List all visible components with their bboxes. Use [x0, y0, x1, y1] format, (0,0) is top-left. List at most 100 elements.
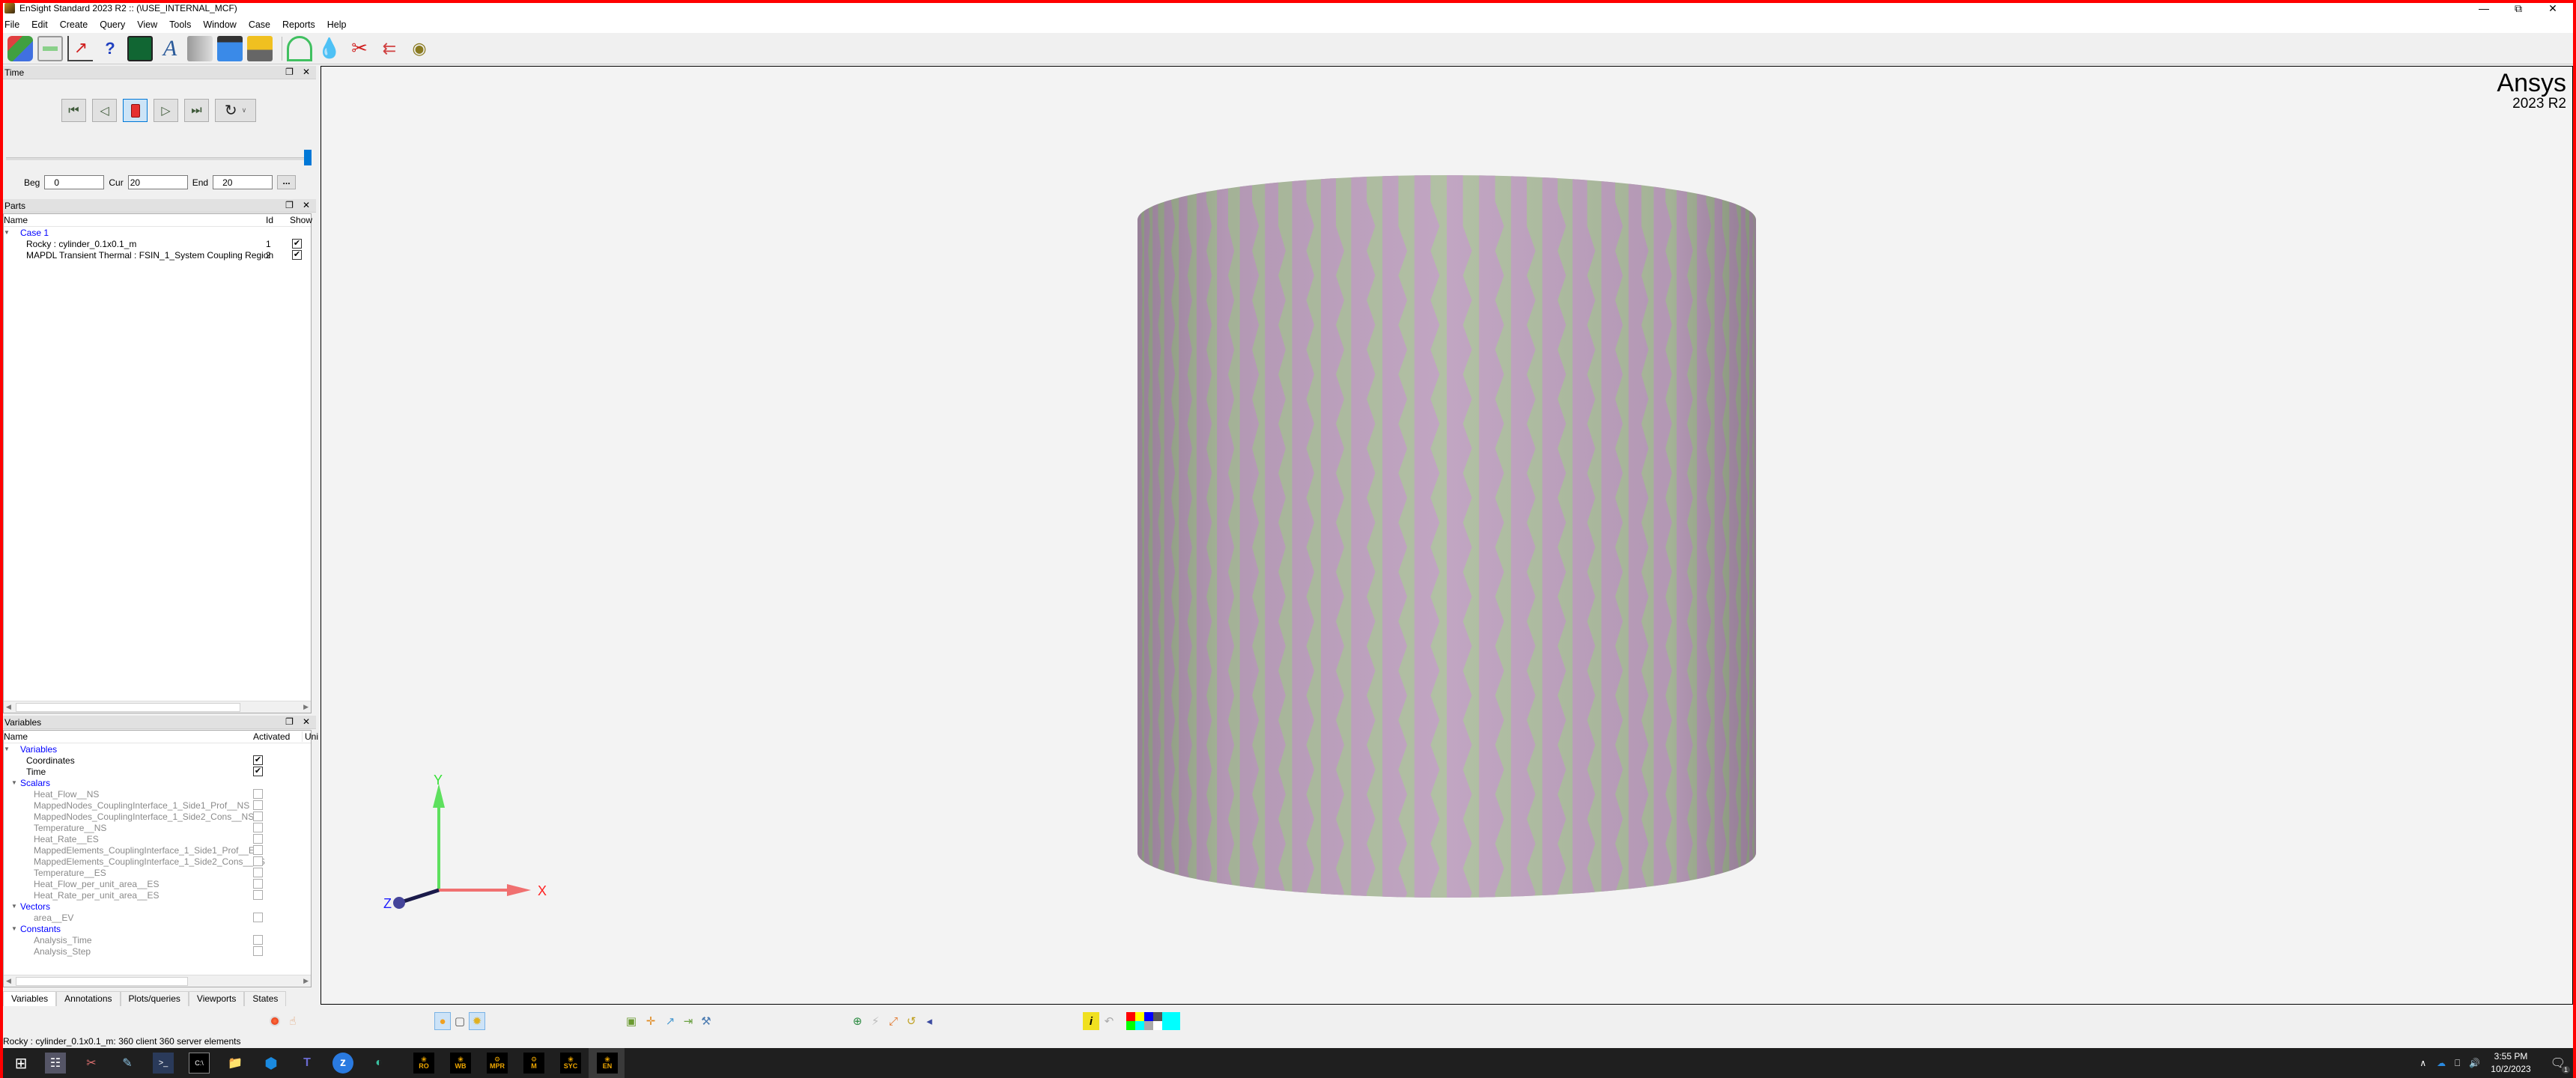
scale-icon[interactable]: ⤢: [885, 1012, 902, 1030]
palette-swatch[interactable]: [1135, 1012, 1144, 1021]
undo-icon[interactable]: ↶: [1101, 1012, 1117, 1030]
variable-row[interactable]: Time ✔: [4, 766, 311, 777]
palette-swatch[interactable]: [1135, 1021, 1144, 1030]
scroll-right-icon[interactable]: ▶: [303, 977, 309, 985]
tab-variables[interactable]: Variables: [3, 991, 57, 1006]
variable-group-row[interactable]: ▼ Vectors: [4, 901, 311, 912]
variable-activated-checkbox[interactable]: [253, 823, 263, 832]
variable-row[interactable]: MappedNodes_CouplingInterface_1_Side1_Pr…: [4, 800, 311, 811]
palette-swatch[interactable]: [1162, 1012, 1180, 1030]
expand-caret-icon[interactable]: ▼: [11, 925, 20, 932]
onedrive-icon[interactable]: ☁: [2437, 1058, 2446, 1068]
powershell-icon[interactable]: >_: [153, 1053, 174, 1074]
variable-activated-checkbox[interactable]: [253, 800, 263, 810]
tab-states[interactable]: States: [244, 991, 287, 1006]
scrollbar-thumb[interactable]: [16, 703, 240, 712]
variable-row[interactable]: MappedElements_CouplingInterface_1_Side1…: [4, 844, 311, 856]
column-name[interactable]: Name: [4, 731, 28, 742]
variable-row[interactable]: Coordinates ✔: [4, 755, 311, 766]
vector-arrows-icon[interactable]: ⇇: [377, 36, 402, 61]
end-input[interactable]: [213, 175, 273, 189]
expand-caret-icon[interactable]: ▼: [11, 903, 20, 910]
rotate-view-icon[interactable]: ⊕: [849, 1012, 866, 1030]
palette-swatch[interactable]: [1126, 1012, 1135, 1021]
cmd-icon[interactable]: C:\: [189, 1053, 210, 1074]
cylinder-part[interactable]: [1130, 171, 1767, 918]
variable-row[interactable]: Heat_Flow__NS: [4, 788, 311, 800]
part-show-checkbox[interactable]: ✔: [292, 250, 302, 260]
info-icon[interactable]: i: [1083, 1012, 1099, 1030]
scroll-right-icon[interactable]: ▶: [303, 703, 309, 711]
menu-file[interactable]: File: [4, 19, 19, 30]
play-button[interactable]: ▷: [154, 99, 178, 122]
variable-group-row[interactable]: ▼ Scalars: [4, 777, 311, 788]
ansys-workbench-icon[interactable]: ❀ WB: [450, 1053, 471, 1074]
expand-caret-icon[interactable]: ▼: [4, 229, 13, 236]
scroll-left-icon[interactable]: ◀: [6, 703, 11, 711]
ansys-mechanical-pre-icon[interactable]: ⚙ MPR: [487, 1053, 508, 1074]
toolbox-icon[interactable]: [247, 35, 273, 61]
light-source-icon[interactable]: ●: [434, 1012, 451, 1030]
palette-swatch[interactable]: [1144, 1021, 1153, 1030]
undo-view-icon[interactable]: ↺: [903, 1012, 920, 1030]
palette-swatch[interactable]: [1144, 1012, 1153, 1021]
palette-swatch[interactable]: [1153, 1012, 1162, 1021]
palette-swatch[interactable]: [1126, 1021, 1135, 1030]
transform-tools-icon[interactable]: ⚒: [698, 1012, 714, 1030]
close-panel-icon[interactable]: ✕: [303, 200, 310, 210]
pick-hand-icon[interactable]: ☝: [285, 1012, 301, 1030]
wireframe-box-icon[interactable]: ▢: [452, 1012, 468, 1030]
vscode-icon[interactable]: ⬢: [261, 1053, 282, 1074]
edge-icon[interactable]: ◐: [368, 1053, 389, 1074]
step-back-button[interactable]: ◁: [92, 99, 117, 122]
scrollbar-thumb[interactable]: [16, 977, 188, 986]
column-name[interactable]: Name: [4, 215, 28, 225]
scroll-left-icon[interactable]: ◀: [6, 977, 11, 985]
cur-input[interactable]: [127, 175, 188, 189]
tab-plots-queries[interactable]: Plots/queries: [120, 991, 189, 1006]
variable-activated-checkbox[interactable]: [253, 879, 263, 889]
snipping-tool-icon[interactable]: ✂: [81, 1053, 102, 1074]
expand-caret-icon[interactable]: ▼: [4, 746, 13, 752]
menu-create[interactable]: Create: [60, 19, 88, 30]
close-panel-icon[interactable]: ✕: [303, 67, 310, 77]
variable-row[interactable]: Temperature__NS: [4, 822, 311, 833]
part-show-checkbox[interactable]: ✔: [292, 239, 302, 249]
query-probe-icon[interactable]: ?: [97, 36, 123, 61]
rotate-arrow-icon[interactable]: ↗: [662, 1012, 678, 1030]
float-panel-icon[interactable]: ❐: [285, 67, 294, 77]
variable-activated-checkbox[interactable]: [253, 913, 263, 922]
fit-icon[interactable]: ⇥: [680, 1012, 696, 1030]
zoom-icon[interactable]: z: [332, 1053, 353, 1074]
lightning-icon[interactable]: ⚡: [867, 1012, 884, 1030]
expand-caret-icon[interactable]: ▼: [11, 779, 20, 786]
column-id[interactable]: Id: [266, 215, 273, 225]
notifications-icon[interactable]: 🗨 1: [2551, 1056, 2570, 1074]
variable-row[interactable]: Heat_Rate__ES: [4, 833, 311, 844]
teams-icon[interactable]: T: [297, 1053, 318, 1074]
variable-activated-checkbox[interactable]: [253, 890, 263, 900]
contour-icon[interactable]: [287, 35, 312, 61]
network-icon[interactable]: ⎕: [2455, 1058, 2460, 1069]
part-row[interactable]: Rocky : cylinder_0.1x0.1_m 1 ✔: [4, 238, 311, 249]
variable-row[interactable]: Temperature__ES: [4, 867, 311, 878]
calculator-icon[interactable]: [37, 35, 63, 61]
variable-group-row[interactable]: ▼ Constants: [4, 923, 311, 934]
time-slider-track[interactable]: [6, 157, 310, 160]
last-step-button[interactable]: ⏭: [184, 99, 209, 122]
loop-dropdown-button[interactable]: ↻ ∨: [215, 99, 256, 122]
menu-window[interactable]: Window: [203, 19, 236, 30]
minimize-button[interactable]: —: [2467, 0, 2501, 16]
variable-activated-checkbox[interactable]: [253, 789, 263, 799]
variable-row[interactable]: MappedElements_CouplingInterface_1_Side2…: [4, 856, 311, 867]
isosurface-drops-icon[interactable]: 💧: [317, 36, 342, 61]
menu-query[interactable]: Query: [100, 19, 125, 30]
restore-button[interactable]: ⧉: [2501, 0, 2536, 16]
flipbook-icon[interactable]: [187, 35, 213, 61]
zoom-region-icon[interactable]: ▣: [623, 1012, 640, 1030]
file-explorer-icon[interactable]: 📁: [225, 1053, 246, 1074]
variable-row[interactable]: Heat_Rate_per_unit_area__ES: [4, 889, 311, 901]
menu-view[interactable]: View: [137, 19, 157, 30]
part-row[interactable]: MAPDL Transient Thermal : FSIN_1_System …: [4, 249, 311, 261]
variables-horizontal-scrollbar[interactable]: ◀ ▶: [4, 975, 311, 987]
